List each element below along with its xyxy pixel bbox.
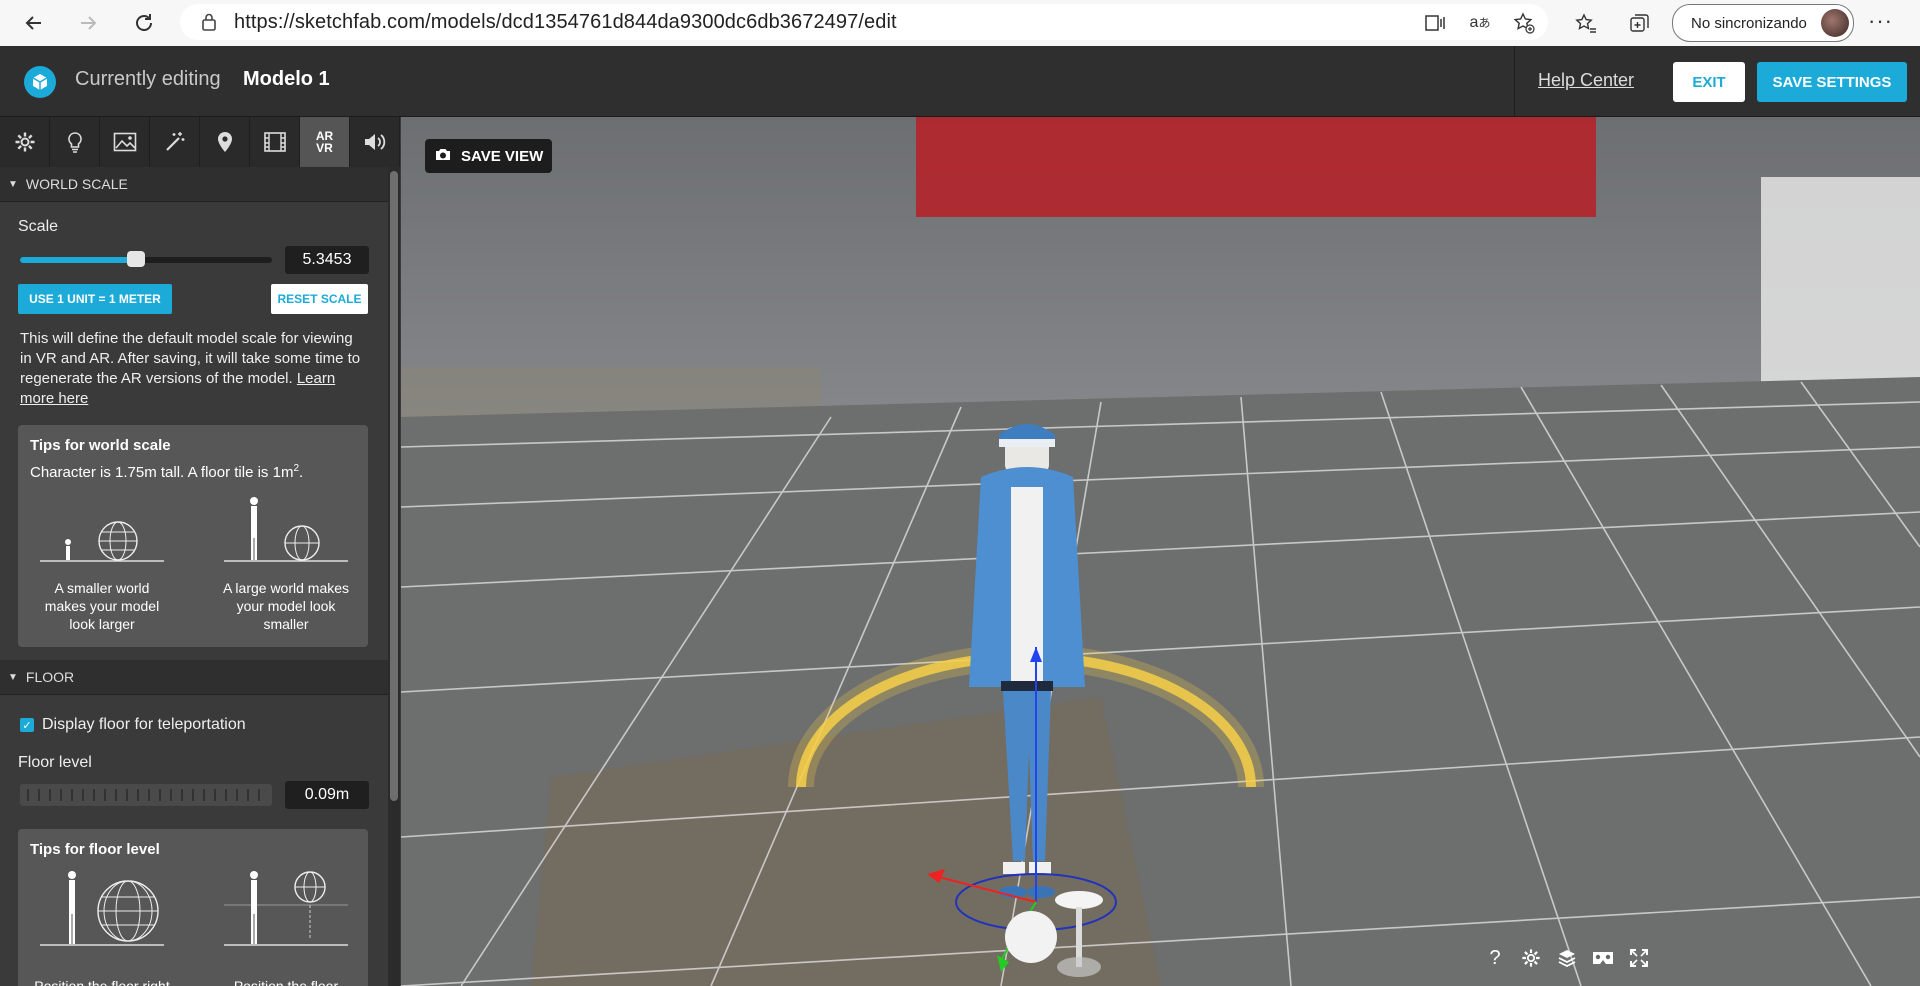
tips-subtitle-end: . (299, 464, 304, 481)
sketchfab-logo[interactable] (24, 66, 56, 98)
floor-below-caption: Position the floor right below large (34, 978, 170, 986)
floor-level-value[interactable]: 0.09m (285, 781, 369, 809)
help-center-link[interactable]: Help Center (1538, 70, 1634, 91)
tips-subtitle-text: Character is 1.75m tall. A floor tile is… (30, 464, 294, 481)
world-scale-title: WORLD SCALE (25, 176, 128, 192)
lightbulb-icon[interactable] (50, 117, 100, 167)
display-floor-row[interactable]: ✓ Display floor for teleportation (20, 716, 246, 734)
film-icon[interactable] (250, 117, 300, 167)
scrollbar-thumb[interactable] (390, 171, 398, 801)
gear-icon[interactable] (0, 117, 50, 167)
url-text[interactable]: https://sketchfab.com/models/dcd1354761d… (234, 11, 897, 34)
help-icon[interactable]: ? (1481, 944, 1509, 972)
scale-slider-fill (20, 257, 136, 263)
arrow-right-icon[interactable] (72, 7, 104, 39)
map-pin-icon[interactable] (200, 117, 250, 167)
profile-button[interactable]: No sincronizando (1672, 4, 1854, 42)
scale-value-input[interactable]: 5.3453 (285, 246, 369, 274)
vr-headset-icon[interactable] (1589, 944, 1617, 972)
avatar (1821, 9, 1849, 37)
scene-render (401, 117, 1920, 986)
world-scale-tips: Tips for world scale Character is 1.75m … (18, 425, 368, 647)
large-world-caption: A large world makes your model look smal… (222, 580, 350, 632)
display-floor-checkbox[interactable]: ✓ (20, 718, 34, 732)
floor-tips-title: Tips for floor level (30, 841, 160, 858)
profile-label: No sincronizando (1691, 14, 1807, 32)
display-floor-label: Display floor for teleportation (42, 716, 246, 733)
browser-toolbar: https://sketchfab.com/models/dcd1354761d… (0, 0, 1920, 47)
help-glyph: ? (1489, 946, 1501, 969)
scale-label: Scale (18, 218, 59, 235)
floor-below-illustration (40, 871, 164, 946)
floor-section-header[interactable]: ▼ FLOOR (0, 660, 388, 695)
arrow-left-icon[interactable] (18, 7, 50, 39)
editor-toolbar: AR VR (0, 117, 400, 167)
exit-button[interactable]: EXIT (1673, 62, 1745, 102)
floor-further-caption: Position the floor further down for (233, 978, 339, 986)
model-name: Modelo 1 (243, 68, 330, 90)
more-menu-icon[interactable]: ··· (1868, 8, 1893, 34)
sidebar-scrollbar[interactable] (388, 167, 400, 986)
speaker-icon[interactable] (350, 117, 400, 167)
save-settings-button[interactable]: SAVE SETTINGS (1757, 62, 1907, 102)
tips-title: Tips for world scale (30, 437, 171, 454)
red-poster (916, 117, 1596, 217)
ar-vr-icon[interactable]: AR VR (300, 117, 350, 167)
vr-label: VR (316, 141, 333, 155)
reload-icon[interactable] (128, 7, 160, 39)
editing-label: Currently editing (75, 68, 221, 90)
settings-sidebar: AR VR ▼ WORLD SCALE Scale 5.3453 USE 1 U… (0, 117, 400, 986)
fullscreen-icon[interactable] (1625, 944, 1653, 972)
magic-wand-icon[interactable] (150, 117, 200, 167)
translate-icon[interactable]: aあ (1466, 9, 1494, 37)
small-world-illustration (40, 521, 164, 562)
immersive-reader-icon[interactable] (1422, 9, 1450, 37)
gear-icon[interactable] (1517, 944, 1545, 972)
model-viewport[interactable]: SAVE VIEW ? (401, 117, 1920, 986)
app-header: Currently editing Modelo 1 Help Center E… (0, 46, 1920, 117)
layers-icon[interactable] (1553, 944, 1581, 972)
address-bar[interactable]: https://sketchfab.com/models/dcd1354761d… (180, 4, 1548, 40)
favorites-icon[interactable] (1572, 9, 1600, 37)
floor-level-ruler[interactable] (20, 784, 272, 806)
header-divider (1514, 46, 1515, 116)
floor-level-label: Floor level (18, 754, 92, 771)
image-icon[interactable] (100, 117, 150, 167)
caret-down-icon: ▼ (8, 178, 18, 190)
floor-level-tips: Tips for floor level Position the floor … (18, 829, 368, 986)
use-1-unit-button[interactable]: USE 1 UNIT = 1 METER (18, 284, 172, 314)
tips-subtitle: Character is 1.75m tall. A floor tile is… (30, 463, 303, 481)
ruler-ticks (27, 789, 260, 801)
caret-down-icon: ▼ (8, 671, 18, 683)
large-world-illustration (224, 497, 348, 562)
world-scale-section-header[interactable]: ▼ WORLD SCALE (0, 167, 388, 202)
floor-title: FLOOR (25, 669, 75, 685)
floor-further-illustration (224, 871, 348, 946)
world-scale-description: This will define the default model scale… (20, 329, 368, 409)
save-view-button[interactable]: SAVE VIEW (425, 139, 552, 173)
lock-icon[interactable] (202, 13, 216, 31)
collections-icon[interactable] (1626, 9, 1654, 37)
scale-slider[interactable] (20, 251, 272, 267)
add-favorite-icon[interactable] (1510, 9, 1538, 37)
scale-slider-handle[interactable] (126, 251, 145, 267)
camera-icon (435, 147, 451, 165)
small-world-caption: A smaller world makes your model look la… (44, 580, 160, 632)
save-view-label: SAVE VIEW (461, 147, 544, 165)
reset-scale-button[interactable]: RESET SCALE (271, 284, 368, 314)
